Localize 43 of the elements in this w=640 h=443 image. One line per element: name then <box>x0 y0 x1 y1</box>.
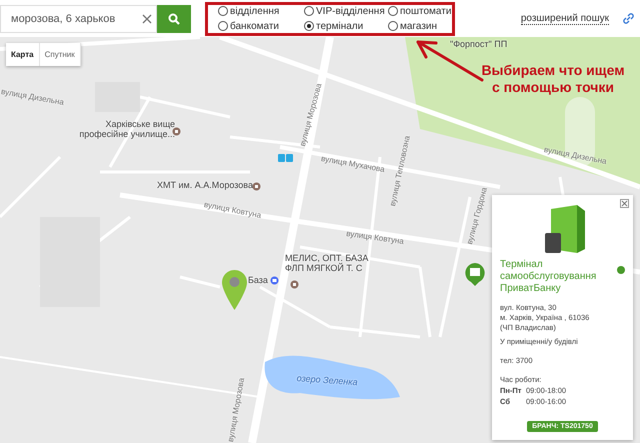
radio-dot[interactable] <box>218 21 228 31</box>
filter-radio[interactable]: магазин <box>388 20 448 32</box>
lake-label: озеро Зеленка <box>296 373 358 388</box>
search-button[interactable] <box>157 4 191 32</box>
filter-radio[interactable]: VIP-відділення <box>304 6 388 16</box>
street-label: вулиця Ковтуна <box>203 200 262 220</box>
street-label: вулиця Дизельна <box>543 145 608 166</box>
tag-icon <box>617 266 625 274</box>
filter-radio[interactable]: термінали <box>304 20 388 32</box>
map-type-tab[interactable]: Карта <box>6 43 40 66</box>
street-label: вулиця Морозова <box>226 377 246 443</box>
place-label: База <box>248 275 268 286</box>
street-label: вулиця Гордона <box>465 186 490 246</box>
radio-dot[interactable] <box>304 21 314 31</box>
radio-dot[interactable] <box>218 6 228 16</box>
shop-icon <box>270 276 279 285</box>
map-type-tab[interactable]: Спутник <box>40 43 81 66</box>
radio-dot[interactable] <box>304 6 314 16</box>
clear-icon[interactable] <box>142 14 152 24</box>
terminal-marker-icon[interactable] <box>465 263 485 286</box>
search-field[interactable]: морозова, 6 харьков <box>0 4 157 32</box>
advanced-search-link[interactable]: розширений пошук <box>520 12 609 24</box>
radio-dot[interactable] <box>388 6 398 16</box>
place-label: ХМТ им. А.А.Морозова <box>157 180 253 190</box>
link-icon[interactable] <box>623 13 634 24</box>
transit-icon <box>278 154 293 162</box>
street-label: вулиця Мухачова <box>320 154 386 174</box>
radio-dot[interactable] <box>388 21 398 31</box>
annotation-text: Выбираем что ищем с помощью точки <box>480 62 626 96</box>
place-label: МЕЛИС, ОПТ. БАЗА ФЛП МЯГКОЙ Т. С <box>285 253 370 274</box>
map-pin-icon[interactable] <box>222 270 247 310</box>
place-label: "Форпост" ПП <box>450 39 508 50</box>
place-icon <box>252 182 261 191</box>
place-icon <box>290 280 299 289</box>
place-label: Харківське вище професійне училище... <box>78 119 175 140</box>
close-button[interactable] <box>620 199 629 208</box>
close-icon <box>621 200 628 207</box>
search-icon <box>168 12 180 24</box>
card-title: Термінал самообслуговування ПриватБанку <box>500 259 598 295</box>
street-label: вулиця Ковтуна <box>346 229 404 246</box>
filter-radio[interactable]: банкомати <box>218 20 304 32</box>
filter-radio[interactable]: відділення <box>218 6 304 16</box>
street-label: вулиця Дизельна <box>0 87 65 108</box>
